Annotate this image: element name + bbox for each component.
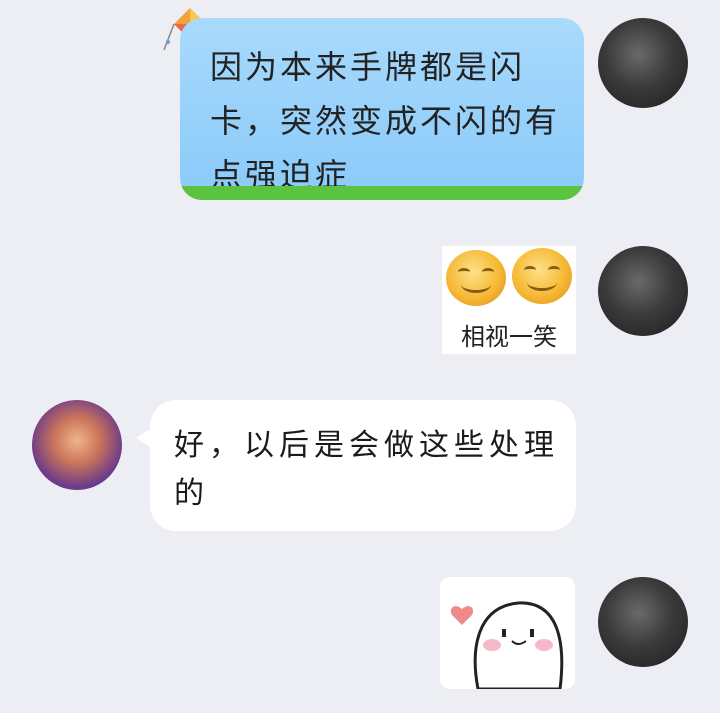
- message-text: 好，以后是会做这些处理的: [174, 428, 559, 511]
- self-avatar[interactable]: [598, 577, 688, 667]
- sticker-caption: 相视一笑: [461, 323, 557, 351]
- grass-decoration: [180, 186, 584, 200]
- smiley-face-icon: [512, 248, 572, 304]
- message-bubble[interactable]: 好，以后是会做这些处理的: [136, 400, 576, 531]
- other-avatar[interactable]: [32, 400, 122, 490]
- sticker-blushing-blob[interactable]: [440, 577, 575, 689]
- bubble-tail: [136, 428, 152, 448]
- message-text: 因为本来手牌都是闪卡，突然变成不闪的有点强迫症: [210, 48, 561, 194]
- smiley-face-icon: [446, 250, 506, 306]
- sticker-two-smiley-faces[interactable]: 相视一笑: [442, 246, 576, 354]
- self-avatar[interactable]: [598, 18, 688, 108]
- message-bubble-kite[interactable]: 因为本来手牌都是闪卡，突然变成不闪的有点强迫症: [180, 18, 584, 200]
- self-avatar[interactable]: [598, 246, 688, 336]
- blushing-blob-icon: [450, 601, 564, 689]
